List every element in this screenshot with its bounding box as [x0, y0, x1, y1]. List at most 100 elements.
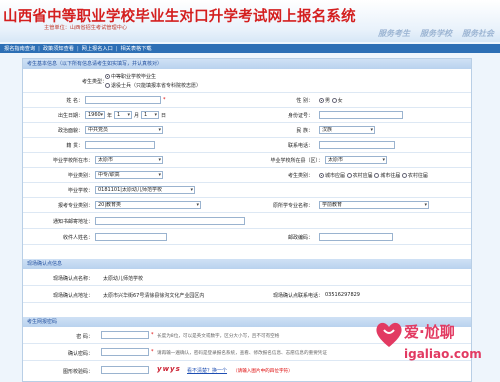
row-exam-type: 考生类型： 中等职业学校毕业生 退役士兵（只能填报本省专科院校志愿） [23, 69, 471, 93]
birth-month-select[interactable]: 1 [114, 111, 132, 119]
row-origin: 籍 贯： 联系电话： [23, 138, 471, 153]
phone-label: 联系电话： [287, 143, 313, 149]
exam-type-option-2[interactable]: 退役士兵（只能填报本省专科院校志愿） [105, 82, 201, 89]
orig-major-label: 原所学专业名称： [272, 203, 313, 209]
confirm-password-label: 确认密码： [67, 351, 93, 357]
row-grad-city: 毕业学校所在市： 太原市 毕业学校所在县（区）： 太原市 [23, 153, 471, 168]
ethnic-label: 民 族： [296, 128, 313, 134]
captcha-label: 图形校验码： [62, 369, 93, 375]
grad-city-select[interactable]: 太原市 [95, 156, 163, 164]
radio-icon[interactable] [105, 83, 110, 88]
app-window: 山西省中等职业学校毕业生对口升学考试网上报名系统 主管单位：山西省招生考试管理中… [0, 0, 500, 382]
birth-year-unit: 年 [107, 113, 113, 119]
recipient-label: 收件人姓名： [62, 235, 93, 241]
row-birth: 出生日期： 1960 年 1 月 1 日 身份证号： [23, 108, 471, 123]
nav-item-guide[interactable]: 报名指南查询 [4, 45, 35, 52]
row-major: 报考专业类别： 20|教育类 原所学专业名称： 学前教育 [23, 198, 471, 213]
gender-label: 性 别： [296, 98, 313, 104]
radio-icon[interactable] [331, 98, 337, 103]
birth-year-select[interactable]: 1960 [85, 111, 105, 119]
header-slogans: 服务考生 服务学校 服务社会 [378, 28, 494, 39]
nav-item-policy[interactable]: 政策须知查看 [43, 45, 74, 52]
nav-separator: | [76, 45, 79, 52]
site-address-value: 太原市兴华街67号清徐县徐沟文化产业园区内 [103, 293, 205, 299]
nav-item-download[interactable]: 相关表格下载 [120, 45, 151, 52]
address-input[interactable] [95, 217, 245, 225]
captcha-input[interactable] [101, 366, 149, 374]
site-phone-value: 03516297829 [325, 292, 360, 298]
required-mark: * [163, 97, 166, 103]
id-label: 身份证号： [287, 113, 313, 119]
row-grad-type: 毕业类别： 中专/职高 考生类别： 城市应届 农村应届 城市往届 农村往届 [23, 168, 471, 183]
orig-major-select[interactable]: 学前教育 [319, 201, 429, 209]
recipient-input[interactable] [95, 233, 167, 241]
section-site-info: 现场确认点信息 [23, 259, 471, 269]
name-label: 姓 名： [66, 98, 83, 104]
birth-day-select[interactable]: 1 [141, 111, 159, 119]
password-input[interactable] [101, 331, 149, 339]
school-label: 毕业学校： [67, 188, 93, 194]
captcha-refresh-link[interactable]: 看不清楚？换一个 [187, 367, 227, 374]
postcode-input[interactable] [319, 233, 393, 241]
grad-city-label: 毕业学校所在市： [52, 158, 93, 164]
system-subtitle: 主管单位：山西省招生考试管理中心 [44, 25, 128, 31]
politics-select[interactable]: 中共党员 [85, 126, 163, 134]
school-select[interactable]: 0181101|太原幼儿师范学校 [95, 186, 195, 194]
required-mark: * [151, 332, 154, 338]
system-title: 山西省中等职业学校毕业生对口升学考试网上报名系统 [3, 9, 356, 25]
row-politics: 政治面貌： 中共党员 民 族： 汉族 [23, 123, 471, 138]
birth-day-unit: 日 [161, 113, 167, 119]
name-input[interactable] [85, 96, 161, 104]
row-school: 毕业学校： 0181101|太原幼儿师范学校 [23, 183, 471, 198]
exam-type-option-1[interactable]: 中等职业学校毕业生 [105, 73, 156, 80]
row-site-address: 现场确认点地址： 太原市兴华街67号清徐县徐沟文化产业园区内 现场确认点联系电话… [23, 286, 471, 303]
section-basic-info: 考生基本信息（以下所有信息请考生如实填写，并认真核对） [23, 59, 471, 69]
radio-icon[interactable] [346, 173, 352, 178]
slogan-1: 服务考生 [378, 29, 410, 38]
watermark-text: 爱·尬聊 [404, 323, 455, 341]
phone-input[interactable] [319, 141, 395, 149]
postcode-label: 邮政编码： [287, 235, 313, 241]
watermark: 爱·尬聊 igaliao.com [374, 316, 498, 378]
address-label: 通知书邮寄地址： [52, 219, 93, 225]
origin-label: 籍 贯： [66, 143, 83, 149]
top-nav: 报名指南查询 | 政策须知查看 | 网上报名入口 | 相关表格下载 [0, 44, 500, 53]
hukou-label: 考生类别： [287, 173, 313, 179]
required-mark: * [151, 349, 154, 355]
origin-input[interactable] [85, 141, 155, 149]
site-name-value: 太原幼儿师范学校 [103, 276, 144, 282]
grad-type-label: 毕业类别： [67, 173, 93, 179]
password-note: 长度为8位，可以是英文或数字，区分大小写，且不可有空格 [157, 334, 280, 339]
grad-county-select[interactable]: 太原市 [325, 156, 387, 164]
exam-type-label: 考生类型： [81, 79, 107, 85]
nav-separator: | [115, 45, 118, 52]
page-header: 山西省中等职业学校毕业生对口升学考试网上报名系统 主管单位：山西省招生考试管理中… [0, 0, 500, 42]
watermark-url: igaliao.com [404, 347, 482, 361]
radio-icon[interactable] [401, 173, 407, 178]
captcha-image: ywys [157, 365, 181, 373]
hukou-options: 城市应届 农村应届 城市往届 农村往届 [319, 172, 428, 179]
site-phone-label: 现场确认点联系电话： [272, 293, 323, 299]
major-category-select[interactable]: 20|教育类 [95, 201, 201, 209]
radio-icon[interactable] [319, 98, 324, 103]
slogan-3: 服务社会 [462, 29, 494, 38]
nav-item-register[interactable]: 网上报名入口 [82, 45, 113, 52]
confirm-password-input[interactable] [101, 348, 149, 356]
radio-icon[interactable] [105, 74, 110, 79]
ethnic-select[interactable]: 汉族 [319, 126, 375, 134]
radio-icon[interactable] [374, 173, 380, 178]
birth-month-unit: 月 [134, 113, 140, 119]
gender-options: 男 女 [319, 97, 343, 104]
grad-county-label: 毕业学校所在县（区）： [270, 158, 323, 164]
row-recipient: 收件人姓名： 邮政编码： [23, 229, 471, 245]
heart-logo-icon [376, 322, 402, 347]
slogan-2: 服务学校 [420, 29, 452, 38]
site-name-label: 现场确认点名称： [52, 276, 93, 282]
radio-icon[interactable] [319, 173, 324, 178]
grad-type-select[interactable]: 中专/职高 [95, 171, 163, 179]
row-name: 姓 名： * 性 别： 男 女 [23, 93, 471, 108]
id-number-input[interactable] [319, 111, 403, 119]
captcha-note: （请输入图片中的四位字符） [233, 369, 293, 374]
major-category-label: 报考专业类别： [57, 203, 93, 209]
politics-label: 政治面貌： [57, 128, 83, 134]
